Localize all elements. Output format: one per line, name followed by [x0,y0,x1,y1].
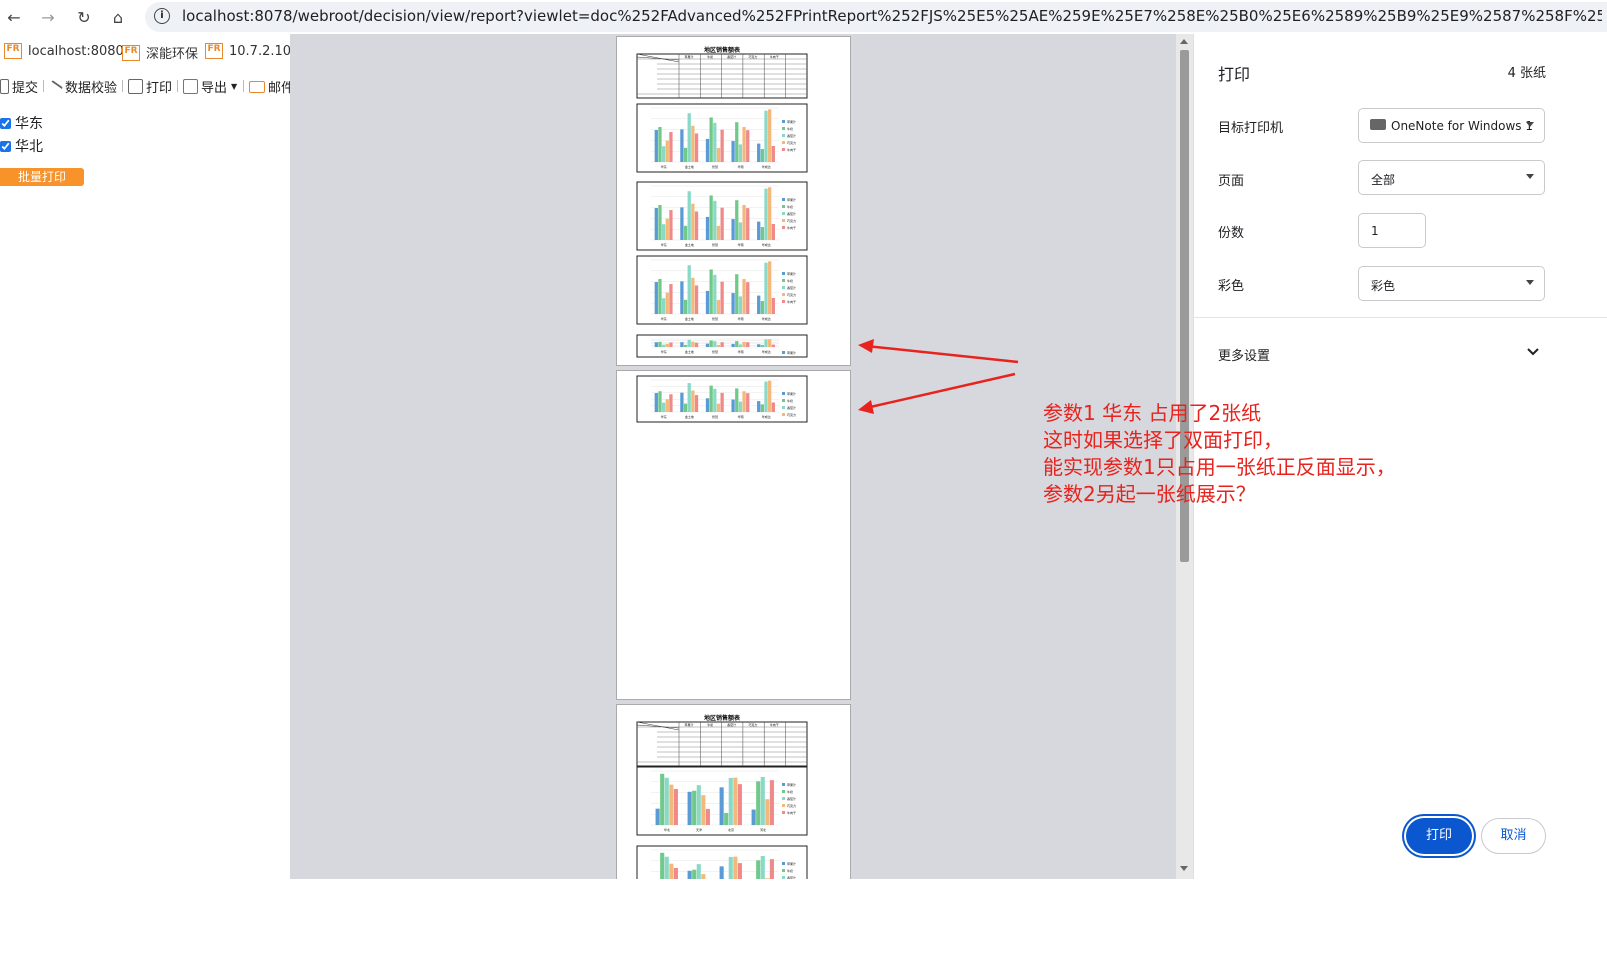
annotation-arrowhead [858,339,874,353]
annotation-arrow-1 [865,344,1019,364]
annotation-line: 能实现参数1只占用一张纸正反面显示， [1043,455,1396,479]
annotation-arrowhead [858,400,874,414]
annotation-line: 参数1 华东 占用了2张纸 [1043,401,1262,425]
annotation-arrow-2 [865,372,1016,410]
annotation-line: 参数2另起一张纸展示？ [1043,482,1256,506]
annotation-line: 这时如果选择了双面打印， [1043,428,1283,452]
annotation-text: 参数1 华东 占用了2张纸 这时如果选择了双面打印， 能实现参数1只占用一张纸正… [1043,400,1396,508]
